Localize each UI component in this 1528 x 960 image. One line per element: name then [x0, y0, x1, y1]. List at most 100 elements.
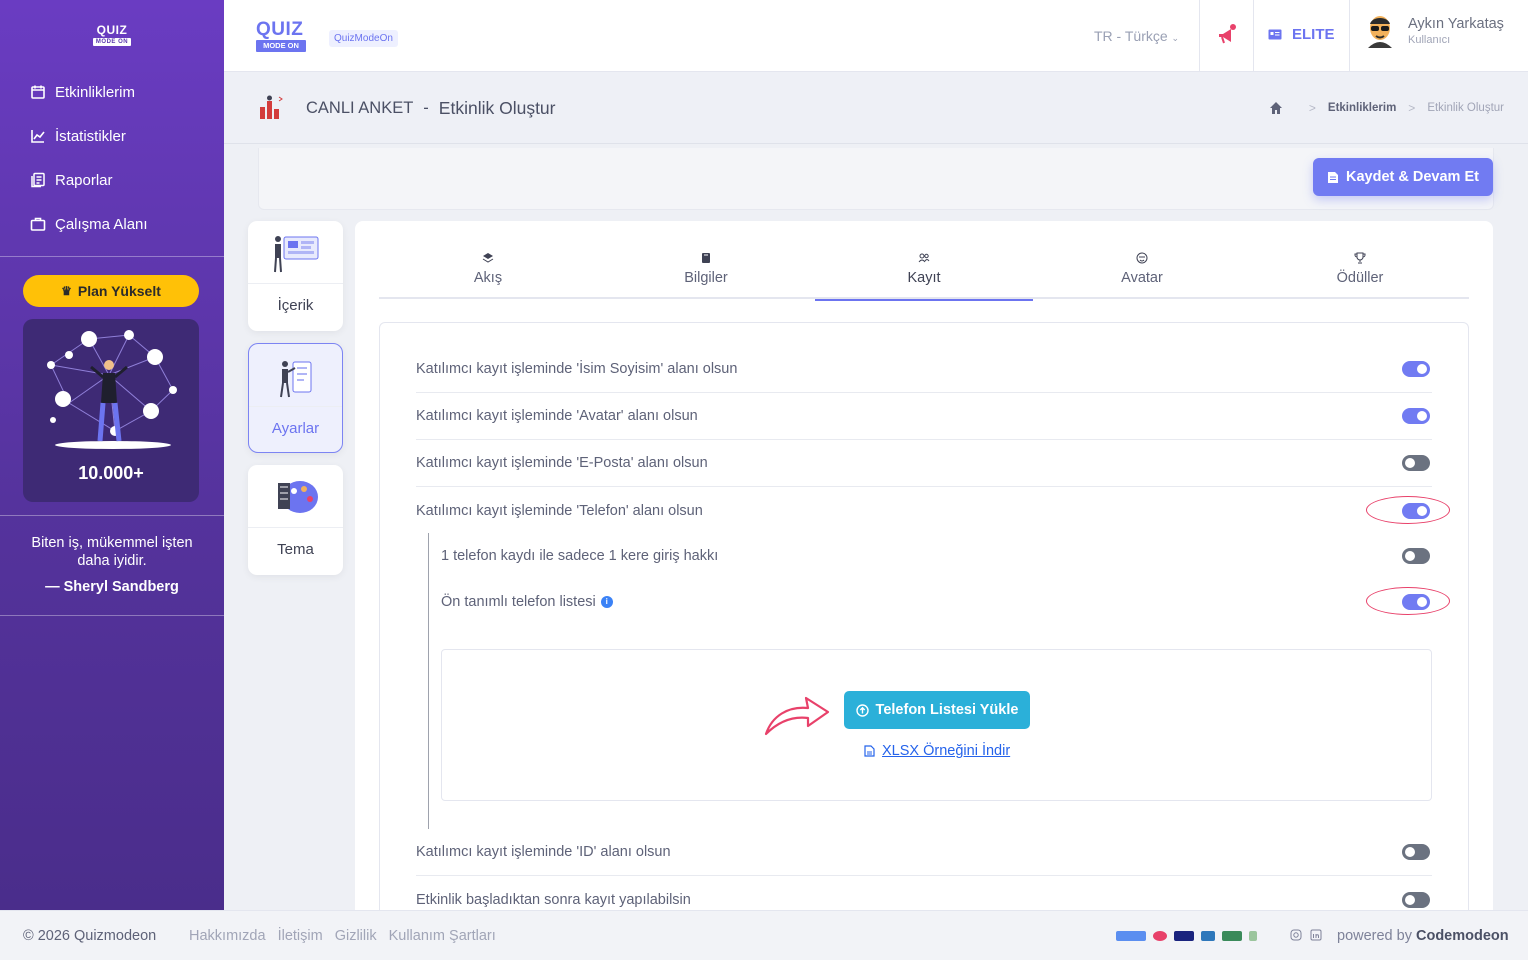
book-icon: [702, 253, 710, 263]
side-tab-ayarlar[interactable]: Ayarlar: [248, 343, 343, 453]
breadcrumb-etkinliklerim[interactable]: Etkinliklerim: [1328, 102, 1396, 114]
logo-subtext: MODE ON: [93, 38, 131, 46]
footer-link-contact[interactable]: İletişim: [278, 928, 323, 944]
tab-label: Avatar: [1121, 270, 1163, 286]
footer-link-privacy[interactable]: Gizlilik: [335, 928, 377, 944]
chart-line-icon: [31, 130, 45, 143]
payment-logos: [1116, 931, 1257, 941]
sidebar-divider: [0, 515, 224, 516]
sidebar-divider: [0, 256, 224, 257]
tab-akis[interactable]: Akış: [379, 239, 597, 299]
home-icon[interactable]: [1269, 101, 1283, 115]
avatar: [1368, 16, 1392, 48]
side-tab-divider: [248, 527, 343, 528]
trophy-icon: [1354, 252, 1366, 264]
breadcrumb-separator: >: [1408, 101, 1416, 115]
social-links: [1290, 929, 1322, 941]
sidebar-item-label: Etkinliklerim: [55, 83, 136, 101]
curved-arrow-icon: [764, 696, 830, 736]
briefcase-icon: [30, 217, 46, 231]
tab-kayit[interactable]: Kayıt: [815, 239, 1033, 301]
sidebar-logo[interactable]: QUIZ MODE ON: [93, 24, 131, 48]
user-menu[interactable]: Aykın Yarkataş Kullanıcı: [1366, 14, 1504, 48]
powered-by[interactable]: powered by Codemodeon: [1337, 928, 1509, 944]
sidebar-item-raporlar[interactable]: Raporlar: [0, 158, 224, 202]
page-title-sub: Etkinlik Oluştur: [438, 98, 556, 118]
sidebar-nav: Etkinliklerim İstatistikler Raporlar Çal…: [0, 70, 224, 246]
topbar-divider: [1349, 0, 1350, 72]
id-card-icon: [1268, 29, 1282, 40]
sidebar-item-istatistikler[interactable]: İstatistikler: [0, 114, 224, 158]
logo-text: QUIZ: [256, 19, 304, 40]
users-icon: [918, 253, 930, 263]
tab-oduller[interactable]: Ödüller: [1251, 239, 1469, 299]
setting-label: Ön tanımlı telefon listesi: [441, 593, 596, 610]
sidebar-item-etkinliklerim[interactable]: Etkinliklerim: [0, 70, 224, 114]
instagram-icon[interactable]: [1290, 929, 1302, 941]
toolbar-card: [258, 148, 1494, 210]
logo-text: QUIZ: [96, 23, 128, 37]
download-xlsx-link[interactable]: XLSX Örneğini İndir: [864, 743, 1010, 759]
plan-upgrade-label: Plan Yükselt: [77, 283, 161, 299]
side-tab-divider: [249, 406, 342, 407]
setting-label: Etkinlik başladıktan sonra kayıt yapılab…: [416, 891, 691, 908]
download-link-label: XLSX Örneğini İndir: [882, 743, 1011, 759]
main-card: Akış Bilgiler Kayıt Avatar Ödüller Katıl…: [355, 221, 1493, 910]
save-continue-button[interactable]: Kaydet & Devam Et: [1313, 158, 1493, 196]
visa-logo-icon: [1174, 931, 1194, 941]
phone-field-toggle[interactable]: [1402, 502, 1430, 519]
id-field-toggle[interactable]: [1402, 844, 1430, 860]
sidebar-item-label: Çalışma Alanı: [55, 215, 148, 233]
tab-bar: Akış Bilgiler Kayıt Avatar Ödüller: [379, 239, 1469, 301]
tab-label: Ödüller: [1336, 270, 1384, 286]
setting-row-name: Katılımcı kayıt işleminde 'İsim Soyisim'…: [416, 346, 1432, 393]
topbar-divider: [1199, 0, 1200, 72]
page-title: CANLI ANKET - Etkinlik Oluştur: [306, 98, 556, 119]
plan-label: ELITE: [1292, 26, 1335, 43]
setting-label: 1 telefon kaydı ile sadece 1 kere giriş …: [441, 547, 719, 564]
promo-count: 10.000+: [78, 463, 144, 483]
name-field-toggle[interactable]: [1402, 361, 1430, 377]
language-selector[interactable]: TR - Türkçe ⌄: [1094, 28, 1179, 44]
amex-logo-icon: [1201, 931, 1215, 941]
info-icon[interactable]: i: [600, 595, 613, 608]
single-entry-toggle[interactable]: [1402, 547, 1430, 564]
sidebar-item-calisma-alani[interactable]: Çalışma Alanı: [0, 202, 224, 246]
setting-row-email: Katılımcı kayıt işleminde 'E-Posta' alan…: [416, 440, 1432, 487]
mastercard-logo-icon: [1153, 931, 1167, 941]
setting-row-avatar: Katılımcı kayıt işleminde 'Avatar' alanı…: [416, 393, 1432, 440]
email-field-toggle[interactable]: [1402, 455, 1430, 471]
registration-settings-panel: Katılımcı kayıt işleminde 'İsim Soyisim'…: [379, 322, 1469, 910]
nested-settings-line: [428, 533, 429, 829]
side-tab-label: Tema: [277, 541, 314, 558]
late-registration-toggle[interactable]: [1402, 891, 1430, 908]
powered-brand: Codemodeon: [1416, 927, 1509, 944]
iyzico-logo-icon: [1116, 931, 1146, 941]
powered-prefix: powered by: [1337, 927, 1412, 944]
breadcrumb: > Etkinliklerim > Etkinlik Oluştur: [1269, 101, 1504, 115]
side-tab-icerik[interactable]: İçerik: [248, 221, 343, 331]
quote-author: — Sheryl Sandberg: [45, 579, 179, 595]
tab-avatar[interactable]: Avatar: [1033, 239, 1251, 299]
plan-upgrade-button[interactable]: ♛ Plan Yükselt: [23, 275, 199, 307]
header-logo[interactable]: QUIZ MODE ON: [256, 20, 308, 56]
side-tab-label: İçerik: [277, 297, 314, 314]
upload-circle-icon: [855, 703, 869, 717]
footer-links: Hakkımızda İletişim Gizlilik Kullanım Şa…: [189, 928, 496, 944]
breadcrumb-separator: >: [1308, 101, 1316, 115]
footer-link-about[interactable]: Hakkımızda: [189, 928, 266, 944]
footer-link-terms[interactable]: Kullanım Şartları: [389, 928, 496, 944]
footer: © 2026 Quizmodeon Hakkımızda İletişim Gi…: [0, 910, 1528, 960]
promo-card: 10.000+: [23, 319, 199, 502]
linkedin-icon[interactable]: [1310, 929, 1322, 941]
page-subheader: CANLI ANKET - Etkinlik Oluştur > Etkinli…: [224, 72, 1528, 144]
side-tab-label: Ayarlar: [271, 420, 320, 437]
upload-phone-list-button[interactable]: Telefon Listesi Yükle: [844, 691, 1030, 729]
side-tab-tema[interactable]: Tema: [248, 465, 343, 575]
tab-bilgiler[interactable]: Bilgiler: [597, 239, 815, 299]
phone-list-toggle[interactable]: [1402, 593, 1430, 610]
plan-badge[interactable]: ELITE: [1268, 26, 1335, 43]
user-name: Aykın Yarkataş: [1408, 16, 1504, 32]
megaphone-icon[interactable]: [1216, 22, 1238, 48]
avatar-field-toggle[interactable]: [1402, 408, 1430, 424]
